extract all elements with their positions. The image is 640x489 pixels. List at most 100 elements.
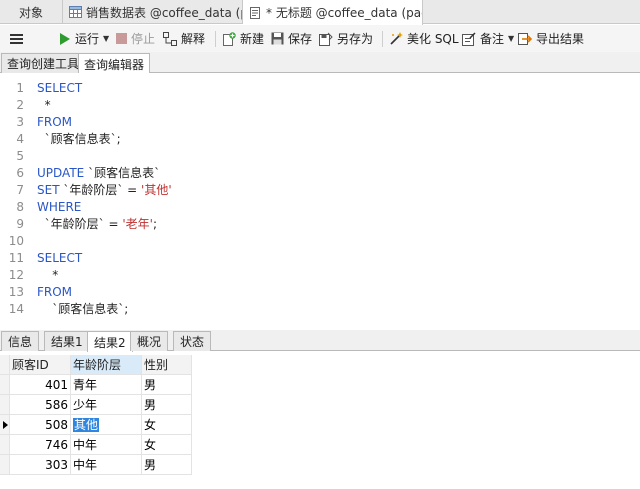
tab-query-editor[interactable]: 查询编辑器 xyxy=(78,53,151,74)
play-icon xyxy=(60,32,70,45)
save-button[interactable]: 保存 xyxy=(271,25,312,52)
sql-keyword: FROM xyxy=(37,285,73,299)
line-number: 8 xyxy=(16,200,24,214)
grid-cell[interactable]: 586 xyxy=(10,395,71,415)
new-button[interactable]: 新建 xyxy=(222,25,264,52)
tab-objects[interactable]: 对象 xyxy=(0,0,63,24)
comment-label: 备注 xyxy=(480,32,505,46)
run-label: 运行 xyxy=(75,32,100,46)
code-text: WHERE xyxy=(37,199,81,216)
sql-keyword: FROM xyxy=(37,115,73,129)
tab-status-label: 状态 xyxy=(180,335,205,349)
save-as-label: 另存为 xyxy=(337,32,374,46)
stop-icon xyxy=(116,33,127,44)
sql-text: `年龄阶层` = xyxy=(37,217,123,231)
grid-cell[interactable]: 303 xyxy=(10,455,71,475)
result-tabs: 信息 结果1 结果2 概况 状态 xyxy=(0,330,640,352)
code-text: `年龄阶层` = '老年'; xyxy=(37,216,157,233)
explain-icon xyxy=(163,31,177,46)
grid-cell[interactable]: 女 xyxy=(142,435,192,455)
run-dropdown-icon[interactable]: ▼ xyxy=(103,34,109,43)
code-text: SET `年龄阶层` = '其他' xyxy=(37,182,172,199)
tab-profile-label: 概况 xyxy=(137,335,162,349)
row-indicator[interactable] xyxy=(0,455,10,475)
beautify-sql-button[interactable]: 美化 SQL xyxy=(389,25,459,52)
row-indicator[interactable] xyxy=(0,435,10,455)
run-button[interactable]: 运行 ▼ xyxy=(59,25,109,52)
sql-editor[interactable]: 1 SELECT 2 * 3 FROM 4 `顾客信息表`; 5 6 UPDATE `顾客信息表… xyxy=(0,73,640,328)
grid-cell[interactable]: 男 xyxy=(142,455,192,475)
grid-cell[interactable]: 男 xyxy=(142,395,192,415)
sql-text: * xyxy=(37,98,51,112)
code-text: FROM xyxy=(37,114,72,131)
tab-result2[interactable]: 结果2 xyxy=(87,331,133,352)
save-icon xyxy=(271,32,284,45)
sql-keyword: WHERE xyxy=(37,200,82,214)
current-row-pointer-icon xyxy=(3,421,8,429)
sql-keyword: SELECT xyxy=(37,81,83,95)
tab-query-builder[interactable]: 查询创建工具 xyxy=(1,53,86,73)
menu-button[interactable] xyxy=(10,25,28,52)
column-header[interactable]: 顾客ID xyxy=(10,355,71,375)
line-number: 14 xyxy=(8,302,24,316)
export-icon xyxy=(518,32,532,45)
tab-untitled-query[interactable]: * 无标题 @coffee_data (pac... xyxy=(243,0,423,25)
tab-result2-label: 结果2 xyxy=(94,335,126,350)
sql-keyword: SET xyxy=(37,183,60,197)
row-indicator[interactable] xyxy=(0,395,10,415)
tab-info-label: 信息 xyxy=(8,335,33,349)
tab-query-builder-label: 查询创建工具 xyxy=(7,57,80,71)
code-text: UPDATE `顾客信息表` xyxy=(37,165,160,182)
grid-corner xyxy=(0,355,10,375)
code-text: `顾客信息表`; xyxy=(37,301,128,318)
tab-status[interactable]: 状态 xyxy=(173,331,212,351)
tab-sales-table-label: 销售数据表 @coffee_data (p... xyxy=(86,5,243,20)
column-header[interactable]: 年龄阶层 xyxy=(71,355,142,375)
row-indicator[interactable] xyxy=(0,375,10,395)
comment-dropdown-icon[interactable]: ▼ xyxy=(508,34,514,43)
save-as-button[interactable]: 另存为 xyxy=(319,25,373,52)
grid-cell[interactable]: 少年 xyxy=(71,395,142,415)
row-indicator[interactable] xyxy=(0,415,10,435)
tab-result1[interactable]: 结果1 xyxy=(44,331,90,351)
grid-cell[interactable]: 女 xyxy=(142,415,192,435)
grid-cell[interactable]: 508 xyxy=(10,415,71,435)
tab-profile[interactable]: 概况 xyxy=(130,331,169,351)
save-label: 保存 xyxy=(288,32,313,46)
toolbar-divider xyxy=(215,31,216,47)
grid-cell[interactable]: 男 xyxy=(142,375,192,395)
line-number: 3 xyxy=(16,115,24,129)
sql-keyword: UPDATE xyxy=(37,166,85,180)
line-number: 4 xyxy=(16,132,24,146)
grid-cell[interactable]: 746 xyxy=(10,435,71,455)
tab-sales-table[interactable]: 销售数据表 @coffee_data (p... xyxy=(63,0,243,24)
selected-cell-text: 其他 xyxy=(73,418,100,432)
grid-cell[interactable]: 中年 xyxy=(71,455,142,475)
line-number: 7 xyxy=(16,183,24,197)
code-text: SELECT xyxy=(37,250,82,267)
stop-button[interactable]: 停止 xyxy=(116,25,155,52)
comment-icon xyxy=(462,31,476,46)
grid-cell[interactable]: 401 xyxy=(10,375,71,395)
tab-query-editor-label: 查询编辑器 xyxy=(84,57,145,72)
line-number: 2 xyxy=(16,98,24,112)
line-number: 12 xyxy=(8,268,24,282)
sql-text: `顾客信息表`; xyxy=(37,132,121,146)
tab-info[interactable]: 信息 xyxy=(1,331,40,351)
grid-cell[interactable]: 中年 xyxy=(71,435,142,455)
comment-button[interactable]: 备注 ▼ xyxy=(462,25,514,52)
column-header[interactable]: 性别 xyxy=(142,355,192,375)
code-text: * xyxy=(37,97,51,114)
line-number: 13 xyxy=(8,285,24,299)
tab-objects-label: 对象 xyxy=(18,5,43,20)
line-number: 5 xyxy=(16,149,24,163)
document-tab-bar: 对象 销售数据表 @coffee_data (p... * 无标题 @coffe… xyxy=(0,0,640,25)
new-label: 新建 xyxy=(240,32,265,46)
grid-cell[interactable]: 青年 xyxy=(71,375,142,395)
grid-cell[interactable]: 其他 xyxy=(71,415,142,435)
sql-text: * xyxy=(37,268,59,282)
explain-label: 解释 xyxy=(181,32,206,46)
explain-button[interactable]: 解释 xyxy=(163,25,205,52)
export-results-button[interactable]: 导出结果 xyxy=(518,25,584,52)
tab-result1-label: 结果1 xyxy=(51,335,83,349)
